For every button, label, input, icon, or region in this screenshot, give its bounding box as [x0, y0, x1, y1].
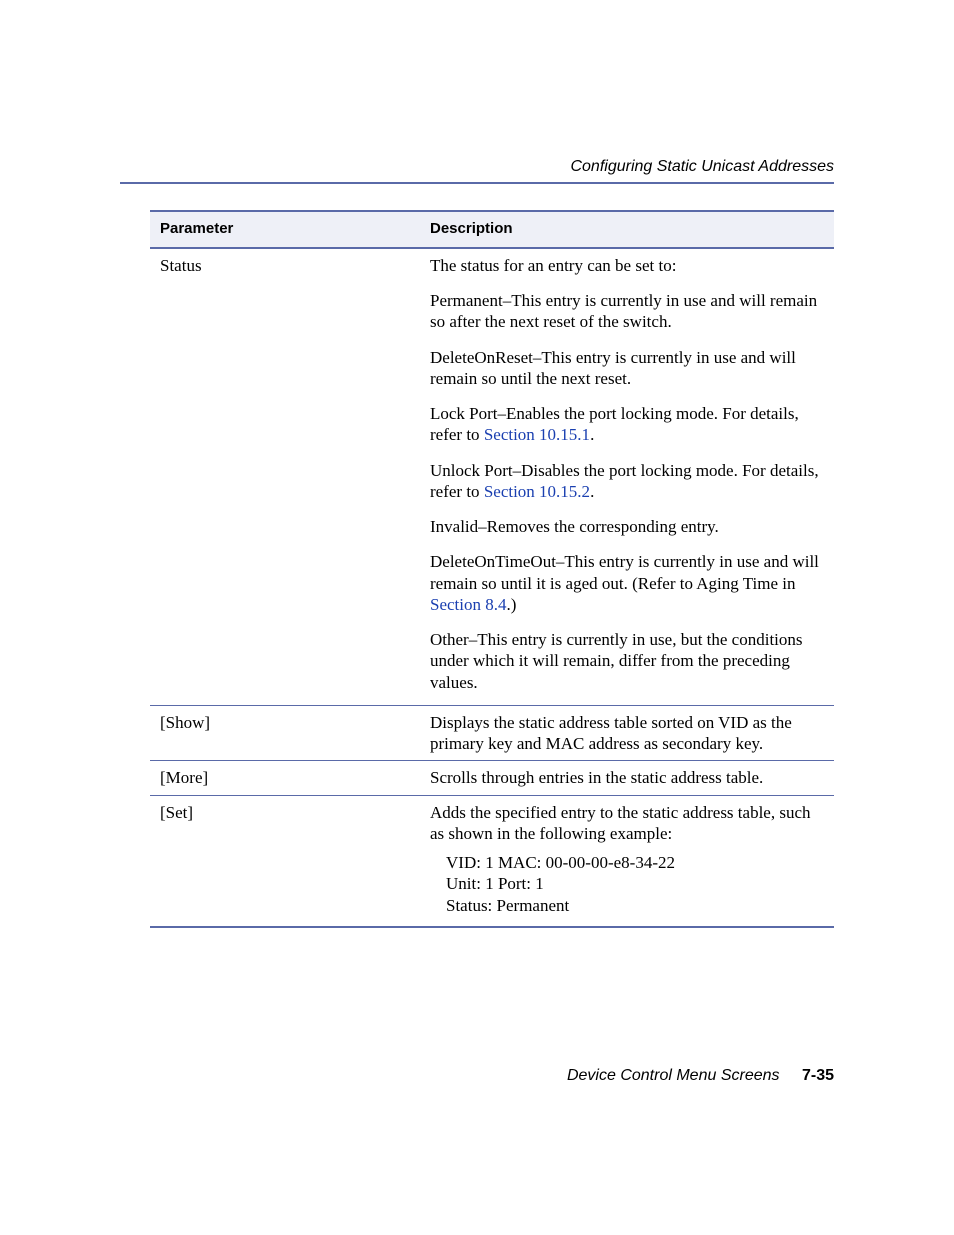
col-header-description: Description: [420, 211, 834, 248]
col-header-parameter: Parameter: [150, 211, 420, 248]
running-header: Configuring Static Unicast Addresses: [570, 158, 834, 176]
status-other: Other–This entry is currently in use, bu…: [430, 629, 824, 693]
cell-desc-more: Scrolls through entries in the static ad…: [420, 761, 834, 795]
cell-param-status: Status: [150, 248, 420, 706]
status-invalid: Invalid–Removes the corresponding entry.: [430, 516, 824, 537]
content-area: Parameter Description Status The status …: [150, 210, 834, 928]
status-delete-timeout-post: .): [507, 595, 517, 614]
link-section-10-15-1[interactable]: Section 10.15.1: [484, 425, 590, 444]
cell-desc-set: Adds the specified entry to the static a…: [420, 795, 834, 927]
header-rule: [120, 182, 834, 184]
table-row-show: [Show] Displays the static address table…: [150, 705, 834, 761]
table-row-more: [More] Scrolls through entries in the st…: [150, 761, 834, 795]
cell-param-show: [Show]: [150, 705, 420, 761]
status-lock-port: Lock Port–Enables the port locking mode.…: [430, 403, 824, 446]
set-example-line1: VID: 1 MAC: 00-00-00-e8-34-22: [446, 852, 824, 873]
cell-desc-status: The status for an entry can be set to: P…: [420, 248, 834, 706]
link-section-8-4[interactable]: Section 8.4: [430, 595, 507, 614]
table-row-set: [Set] Adds the specified entry to the st…: [150, 795, 834, 927]
set-example: VID: 1 MAC: 00-00-00-e8-34-22 Unit: 1 Po…: [446, 852, 824, 916]
set-desc-text: Adds the specified entry to the static a…: [430, 802, 824, 845]
set-example-line2: Unit: 1 Port: 1: [446, 873, 824, 894]
status-delete-on-timeout: DeleteOnTimeOut–This entry is currently …: [430, 551, 824, 615]
status-lock-port-post: .: [590, 425, 594, 444]
page-footer: Device Control Menu Screens 7-35: [567, 1067, 834, 1085]
cell-desc-show: Displays the static address table sorted…: [420, 705, 834, 761]
link-section-10-15-2[interactable]: Section 10.15.2: [484, 482, 590, 501]
page: Configuring Static Unicast Addresses Par…: [0, 0, 954, 1235]
footer-page-number: 7-35: [802, 1067, 834, 1084]
set-example-line3: Status: Permanent: [446, 895, 824, 916]
status-permanent: Permanent–This entry is currently in use…: [430, 290, 824, 333]
footer-title: Device Control Menu Screens: [567, 1067, 780, 1084]
status-unlock-port: Unlock Port–Disables the port locking mo…: [430, 460, 824, 503]
status-unlock-port-post: .: [590, 482, 594, 501]
table-header-row: Parameter Description: [150, 211, 834, 248]
cell-param-set: [Set]: [150, 795, 420, 927]
status-delete-timeout-pre: DeleteOnTimeOut–This entry is currently …: [430, 552, 819, 592]
cell-param-more: [More]: [150, 761, 420, 795]
parameter-table: Parameter Description Status The status …: [150, 210, 834, 928]
status-delete-on-reset: DeleteOnReset–This entry is currently in…: [430, 347, 824, 390]
status-intro: The status for an entry can be set to:: [430, 255, 824, 276]
table-row-status: Status The status for an entry can be se…: [150, 248, 834, 706]
